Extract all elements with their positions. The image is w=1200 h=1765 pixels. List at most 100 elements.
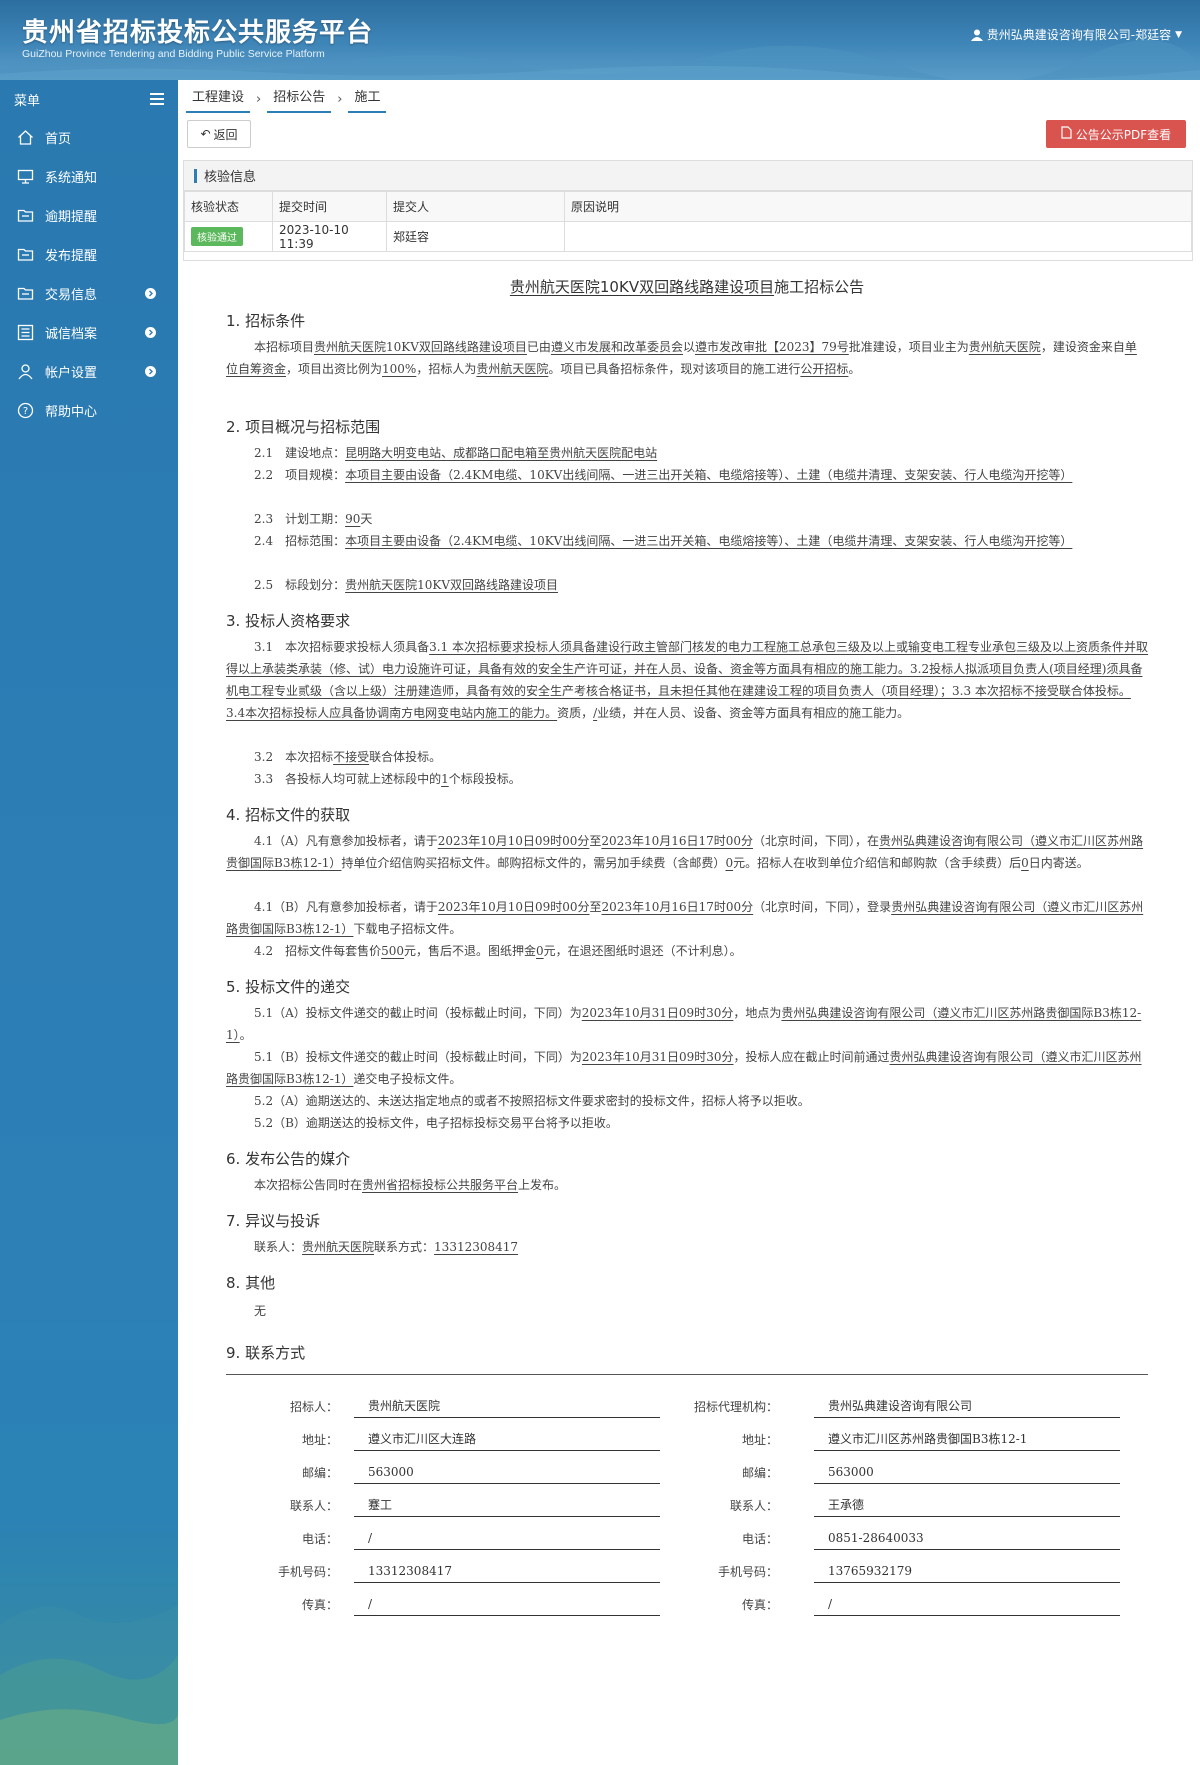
section-4-1b: 4.1（B）凡有意参加投标者，请于2023年10月10日09时00分至2023年… (226, 900, 1144, 936)
sidebar-item-help[interactable]: ? 帮助中心 (0, 391, 178, 430)
verify-title: 核验信息 (204, 170, 257, 185)
sidebar-item-publish[interactable]: 发布提醒 (0, 235, 178, 274)
section-heading: 2. 项目概况与招标范围 (226, 418, 381, 436)
contact-label: 招标代理机构： (693, 1400, 778, 1414)
section-3-1: 3.1 本次招标要求投标人须具备3.1 本次招标要求投标人须具备建设行政主管部门… (226, 640, 1148, 720)
contact-value: 贵州航天医院 (354, 1396, 660, 1418)
section-4-1a: 4.1（A）凡有意参加投标者，请于2023年10月10日09时00分至2023年… (226, 834, 1144, 870)
pdf-label: 公告公示PDF查看 (1075, 127, 1172, 142)
user-icon (14, 361, 36, 383)
section-2-1: 2.1 建设地点：昆明路大明变电站、成都路口配电箱至贵州航天医院配电站 (254, 446, 658, 460)
sidebar-item-notices[interactable]: 系统通知 (0, 157, 178, 196)
title-suffix: 施工招标公告 (774, 278, 865, 296)
contact-value: 蹇工 (354, 1495, 660, 1517)
chevron-right-icon (145, 288, 156, 299)
back-label: 返回 (213, 127, 238, 142)
contact-label: 地址： (741, 1433, 778, 1447)
contact-value: 贵州弘典建设咨询有限公司 (814, 1396, 1120, 1418)
home-icon (14, 127, 36, 149)
main-content: 工程建设 › 招标公告 › 施工 ↶ 返回 公告公示PDF查看 核验信息 核验状态 提交… (178, 80, 1200, 1765)
folder-icon (14, 205, 36, 227)
contact-value: / (354, 1528, 660, 1550)
section-heading: 8. 其他 (226, 1274, 276, 1292)
section-5-1b: 5.1（B）投标文件递交的截止时间（投标截止时间，下同）为2023年10月31日… (226, 1050, 1142, 1086)
section-7-paragraph: 联系人：贵州航天医院联系方式：13312308417 (254, 1240, 519, 1254)
contact-label: 联系人： (729, 1499, 778, 1513)
user-icon (970, 29, 983, 41)
breadcrumb-item[interactable]: 施工 (348, 85, 387, 113)
contact-value: 563000 (354, 1462, 660, 1484)
back-button[interactable]: ↶ 返回 (187, 120, 251, 148)
sidebar-item-label: 发布提醒 (45, 249, 98, 264)
pdf-view-button[interactable]: 公告公示PDF查看 (1046, 120, 1186, 148)
verify-panel: 核验信息 核验状态 提交时间 提交人 原因说明 核验通过 2023-10-10 11:3… (183, 160, 1193, 261)
sidebar-item-label: 诚信档案 (45, 327, 98, 342)
user-menu[interactable]: 贵州弘典建设咨询有限公司-郑廷容 ▼ (970, 26, 1182, 43)
contact-value: 遵义市汇川区苏州路贵御国B3栋12-1 (814, 1429, 1120, 1451)
contact-label: 手机号码： (717, 1565, 778, 1579)
submitter: 郑廷容 (386, 221, 565, 252)
section-heading: 1. 招标条件 (226, 312, 306, 330)
breadcrumb-item[interactable]: 工程建设 (186, 85, 251, 113)
sidebar-menu-header: 菜单 (0, 80, 178, 118)
divider (226, 1374, 1148, 1375)
help-icon: ? (14, 400, 36, 422)
verify-table: 核验状态 提交时间 提交人 原因说明 核验通过 2023-10-10 11:39 郑廷容 (184, 191, 1192, 252)
section-3-2: 3.2 本次招标不接受联合体投标。 (254, 750, 442, 764)
hamburger-icon[interactable] (150, 93, 164, 105)
sidebar-item-overdue[interactable]: 逾期提醒 (0, 196, 178, 235)
back-icon: ↶ (200, 127, 211, 141)
section-6-paragraph: 本次招标公告同时在贵州省招标投标公共服务平台上发布。 (254, 1178, 567, 1192)
section-4-2: 4.2 招标文件每套售价500元，售后不退。图纸押金0元，在退还图纸时退还（不计… (254, 944, 742, 958)
pdf-file-icon (1061, 126, 1072, 142)
section-3-3: 3.3 各投标人均可就上述标段中的1个标段投标。 (254, 772, 521, 786)
project-name: 贵州航天医院10KV双回路线路建设项目 (509, 278, 775, 296)
top-header: 贵州省招标投标公共服务平台 GuiZhou Province Tendering… (0, 0, 1200, 80)
sidebar-item-credit[interactable]: 诚信档案 (0, 313, 178, 352)
contact-label: 传真： (301, 1598, 338, 1612)
contact-value: / (354, 1594, 660, 1616)
contact-label: 地址： (301, 1433, 338, 1447)
contact-label: 传真： (741, 1598, 778, 1612)
section-5-2b: 5.2（B）逾期送达的投标文件，电子招标投标交易平台将予以拒收。 (254, 1116, 618, 1130)
section-heading: 3. 投标人资格要求 (226, 612, 351, 630)
sidebar-item-label: 帮助中心 (45, 405, 98, 420)
contact-value: / (814, 1594, 1120, 1616)
contact-value: 13765932179 (814, 1561, 1120, 1583)
section-5-2a: 5.2（A）逾期送达的、未送达指定地点的或者不按照招标文件要求密封的投标文件，招… (254, 1094, 810, 1108)
sidebar-landscape (0, 1605, 178, 1765)
folder-icon (14, 283, 36, 305)
folder-icon (14, 244, 36, 266)
reason (564, 221, 1192, 252)
contact-label: 电话： (301, 1532, 338, 1546)
sidebar-item-account[interactable]: 帐户设置 (0, 352, 178, 391)
chevron-right-icon (145, 366, 156, 377)
section-heading: 7. 异议与投诉 (226, 1212, 321, 1230)
contact-label: 邮编： (301, 1466, 338, 1480)
col-header: 原因说明 (564, 191, 1192, 222)
contact-value: 13312308417 (354, 1561, 660, 1583)
menu-label: 菜单 (14, 93, 41, 109)
section-1-paragraph: 本招标项目贵州航天医院10KV双回路线路建设项目已由遵义市发展和改革委员会以遵市… (226, 340, 1137, 376)
contact-value: 王承德 (814, 1495, 1120, 1517)
sidebar-item-home[interactable]: 首页 (0, 118, 178, 157)
site-title[interactable]: 贵州省招标投标公共服务平台 (22, 12, 373, 49)
site-subtitle: GuiZhou Province Tendering and Bidding P… (22, 48, 325, 60)
breadcrumb-item[interactable]: 招标公告 (267, 85, 332, 113)
contact-label: 邮编： (741, 1466, 778, 1480)
sidebar-item-label: 首页 (45, 132, 72, 147)
section-2-3: 2.3 计划工期：90天 (254, 512, 373, 526)
section-heading: 5. 投标文件的递交 (226, 978, 351, 996)
sidebar-item-label: 帐户设置 (45, 366, 98, 381)
contact-label: 电话： (741, 1532, 778, 1546)
contact-label: 联系人： (289, 1499, 338, 1513)
contact-label: 招标人： (289, 1400, 338, 1414)
sidebar: 菜单 首页 系统通知 逾期提醒 发布提醒 交易信息 诚信档案 帐户设置 ? 帮助中… (0, 80, 178, 1765)
sidebar-item-trade[interactable]: 交易信息 (0, 274, 178, 313)
chevron-right-icon (145, 327, 156, 338)
contact-value: 0851-28640033 (814, 1528, 1120, 1550)
sidebar-item-label: 交易信息 (45, 288, 98, 303)
section-2-2: 2.2 项目规模：本项目主要由设备（2.4KM电缆、10KV出线间隔、一进三出开… (254, 468, 1073, 482)
monitor-icon (14, 166, 36, 188)
caret-down-icon: ▼ (1175, 29, 1182, 40)
